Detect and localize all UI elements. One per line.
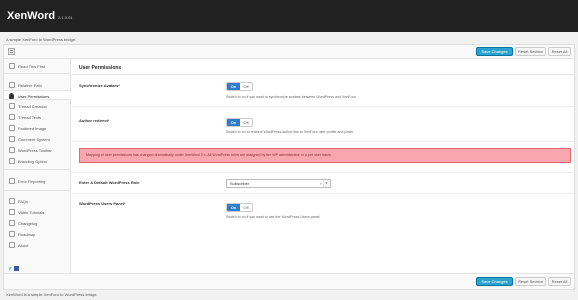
video-icon bbox=[9, 209, 15, 215]
sidebar-item-thread-texts[interactable]: Thread Texts bbox=[4, 112, 71, 122]
sidebar-divider bbox=[4, 169, 71, 170]
sidebar-divider bbox=[4, 190, 71, 191]
document-icon bbox=[9, 178, 15, 184]
default-role-select[interactable]: Subscriber × ▼ bbox=[226, 179, 331, 188]
author-redirect-label: Author redirect* bbox=[79, 118, 110, 123]
reset-section-button-top[interactable]: Reset Section bbox=[515, 47, 546, 56]
top-toolbar: Save Changes Reset Section Reset All bbox=[4, 45, 574, 59]
chevron-down-icon[interactable]: ▼ bbox=[323, 180, 329, 187]
sidebar-item-read-this-first[interactable]: Read This First bbox=[4, 61, 71, 71]
toggle-on[interactable]: On bbox=[227, 119, 240, 126]
default-role-value: Subscriber bbox=[230, 181, 250, 186]
options-content: User Permissions Synchronize Avatars* On… bbox=[72, 59, 574, 273]
row-divider bbox=[72, 141, 574, 142]
page-footer: XenWord is a simple XenForo to WordPress… bbox=[6, 292, 98, 297]
sidebar-item-relative-path[interactable]: Relative Path bbox=[4, 80, 71, 90]
toggle-on[interactable]: On bbox=[227, 83, 240, 90]
section-divider bbox=[72, 74, 574, 75]
sidebar: Read This First Relative Path User Permi… bbox=[4, 59, 71, 273]
document-icon bbox=[9, 147, 15, 153]
app-header: XenWord 2.1.0.01 bbox=[0, 0, 578, 32]
reset-all-button-top[interactable]: Reset All bbox=[548, 47, 571, 56]
reset-all-button-bottom[interactable]: Reset All bbox=[548, 277, 571, 286]
toggle-on[interactable]: On bbox=[227, 204, 240, 211]
row-divider bbox=[72, 193, 574, 194]
document-icon bbox=[9, 136, 15, 142]
toggle-off[interactable]: Off bbox=[240, 204, 252, 211]
document-icon bbox=[9, 63, 15, 69]
twitter-icon[interactable]: 𝕣 bbox=[9, 266, 11, 272]
app-title: XenWord 2.1.0.01 bbox=[7, 10, 73, 22]
document-icon bbox=[9, 198, 15, 204]
user-icon bbox=[9, 93, 14, 99]
row-divider bbox=[72, 172, 574, 173]
save-changes-button-bottom[interactable]: Save Changes bbox=[476, 277, 513, 286]
toggle-off[interactable]: Off bbox=[240, 83, 252, 90]
document-icon bbox=[9, 114, 15, 120]
sidebar-item-branding-option[interactable]: Branding Option bbox=[4, 156, 71, 166]
document-icon bbox=[9, 220, 15, 226]
sync-avatars-help: Switch to on if you want to synchronize … bbox=[226, 95, 357, 99]
document-icon bbox=[9, 231, 15, 237]
sidebar-item-featured-image[interactable]: Featured Image bbox=[4, 123, 71, 133]
author-redirect-toggle[interactable]: On Off bbox=[226, 118, 253, 127]
users-panel-help: Switch to on if you want to use the Word… bbox=[226, 215, 321, 219]
document-icon bbox=[9, 82, 15, 88]
sidebar-item-wordpress-toolbar[interactable]: WordPress Toolbar bbox=[4, 145, 71, 155]
sidebar-divider bbox=[4, 73, 71, 74]
permissions-notice: Mapping of user permissions has changed … bbox=[79, 148, 571, 163]
author-redirect-help: Switch to on to redirect WordPress autho… bbox=[226, 130, 354, 134]
clear-selection-icon[interactable]: × bbox=[320, 180, 322, 187]
facebook-icon[interactable] bbox=[14, 266, 20, 272]
app-version: 2.1.0.01 bbox=[58, 15, 73, 20]
sidebar-item-comment-system[interactable]: Comment System bbox=[4, 134, 71, 144]
row-divider bbox=[72, 106, 574, 107]
info-icon bbox=[9, 242, 15, 248]
reset-section-button-bottom[interactable]: Reset Section bbox=[515, 277, 546, 286]
sidebar-item-about[interactable]: About bbox=[4, 240, 71, 250]
users-panel-toggle[interactable]: On Off bbox=[226, 203, 253, 212]
sidebar-item-changelog[interactable]: Changelog bbox=[4, 218, 71, 228]
sync-avatars-toggle[interactable]: On Off bbox=[226, 82, 253, 91]
expand-menu-icon[interactable] bbox=[8, 48, 15, 55]
options-panel: Save Changes Reset Section Reset All Rea… bbox=[3, 44, 575, 290]
default-role-label: Enter A Default WordPress Role bbox=[79, 180, 140, 185]
social-links: 𝕣 bbox=[9, 266, 20, 272]
sidebar-item-faqs[interactable]: FAQs bbox=[4, 196, 71, 206]
bottom-toolbar: Save Changes Reset Section Reset All bbox=[4, 273, 574, 289]
sidebar-item-video-tutorials[interactable]: Video Tutorials bbox=[4, 207, 71, 217]
document-icon bbox=[9, 125, 15, 131]
sidebar-item-roadmap[interactable]: Roadmap bbox=[4, 229, 71, 239]
document-icon bbox=[9, 103, 15, 109]
sync-avatars-label: Synchronize Avatars* bbox=[79, 83, 120, 88]
document-icon bbox=[9, 158, 15, 164]
sidebar-item-error-reporting[interactable]: Error Reporting bbox=[4, 176, 71, 186]
sidebar-item-user-permissions[interactable]: User Permissions bbox=[4, 90, 71, 100]
toggle-off[interactable]: Off bbox=[240, 119, 252, 126]
app-subtitle: A simple XenForo to WordPress bridge. bbox=[6, 37, 77, 42]
section-title: User Permissions bbox=[79, 65, 122, 71]
sidebar-item-thread-creation[interactable]: Thread Creation bbox=[4, 101, 71, 111]
save-changes-button-top[interactable]: Save Changes bbox=[476, 47, 513, 56]
users-panel-label: WordPress Users Panel* bbox=[79, 201, 126, 206]
